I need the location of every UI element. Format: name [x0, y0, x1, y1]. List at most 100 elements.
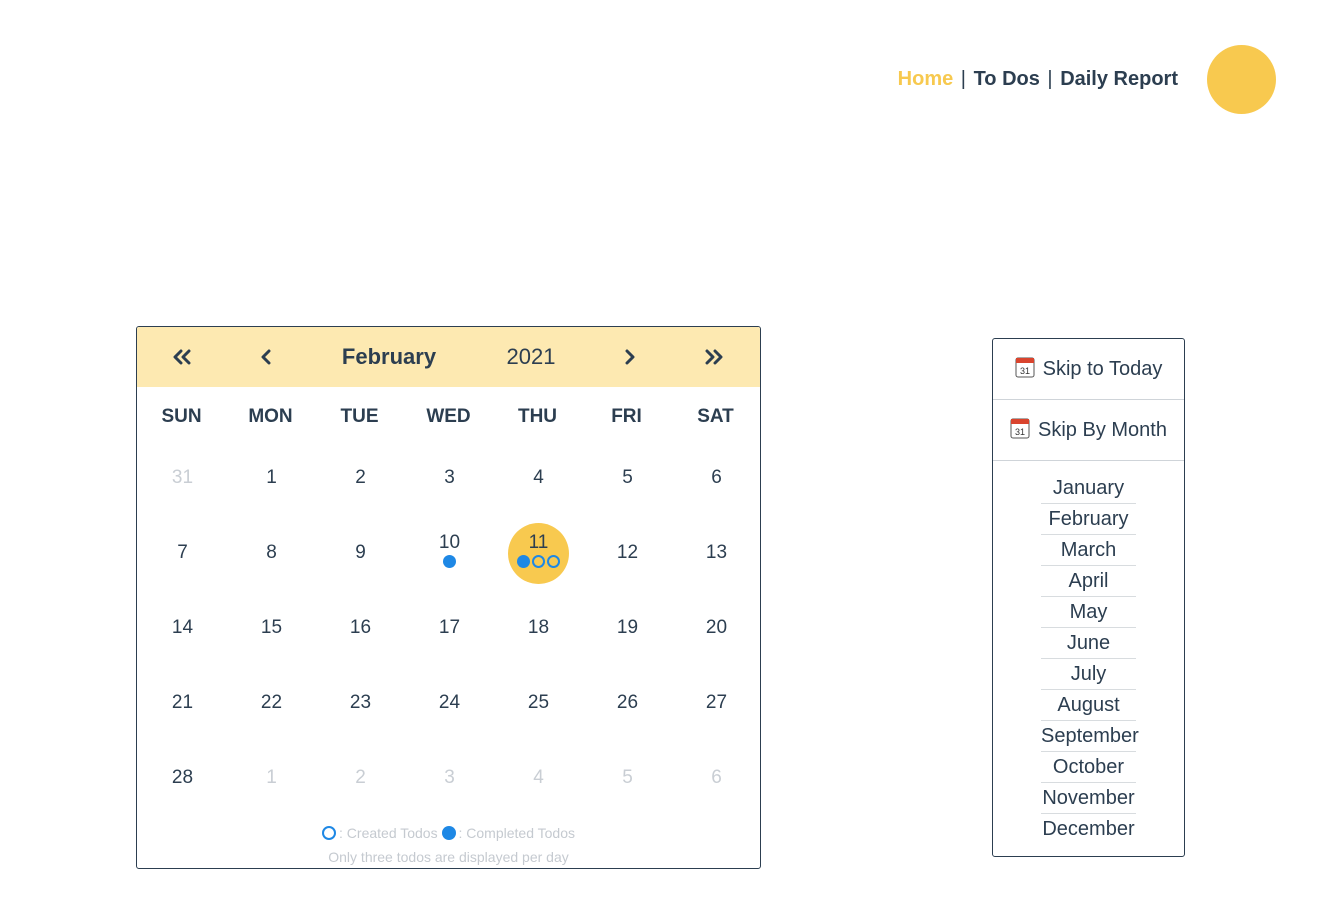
- day-cell[interactable]: 10: [405, 515, 494, 590]
- day-number: 2: [355, 767, 366, 788]
- month-link-august[interactable]: August: [1041, 690, 1136, 721]
- day-cell[interactable]: 3: [405, 440, 494, 515]
- day-cell[interactable]: 18: [494, 590, 583, 665]
- day-cell[interactable]: 2: [316, 440, 405, 515]
- day-cell[interactable]: 12: [583, 515, 672, 590]
- month-link-january[interactable]: January: [1041, 473, 1136, 504]
- month-link-february[interactable]: February: [1041, 504, 1136, 535]
- day-cell[interactable]: 5: [583, 740, 672, 815]
- avatar[interactable]: [1207, 45, 1276, 114]
- legend: : Created Todos : Completed Todos: [137, 825, 760, 842]
- day-cell[interactable]: 25: [494, 665, 583, 740]
- day-number: 6: [711, 467, 722, 488]
- nav-home-link[interactable]: Home: [898, 68, 954, 90]
- day-number: 15: [260, 617, 283, 638]
- day-cell[interactable]: 16: [316, 590, 405, 665]
- day-number: 19: [616, 617, 639, 638]
- created-todo-marker-icon: [532, 555, 545, 568]
- day-cell[interactable]: 26: [583, 665, 672, 740]
- weekday-label: TUE: [340, 406, 379, 427]
- day-cell[interactable]: 20: [672, 590, 760, 665]
- day-cell[interactable]: 7: [138, 515, 227, 590]
- day-number: 21: [171, 692, 194, 713]
- month-link-december[interactable]: December: [1041, 814, 1136, 844]
- day-number: 6: [711, 767, 722, 788]
- day-number: 20: [705, 617, 728, 638]
- day-cell[interactable]: 1: [227, 740, 316, 815]
- day-cell[interactable]: 31: [138, 440, 227, 515]
- day-cell[interactable]: 27: [672, 665, 760, 740]
- day-cell[interactable]: 23: [316, 665, 405, 740]
- day-cell[interactable]: 6: [672, 740, 760, 815]
- day-cell[interactable]: 21: [138, 665, 227, 740]
- double-chevron-left-icon: [173, 349, 191, 365]
- day-number: 13: [705, 542, 728, 563]
- day-number: 27: [705, 692, 728, 713]
- calendar-icon: 31: [1010, 418, 1030, 439]
- calendar: February 2021 SUN MON TUE WED THU FRI SAT 31 1 2…: [136, 326, 761, 869]
- day-number: 28: [171, 767, 194, 788]
- month-link-may[interactable]: May: [1041, 597, 1136, 628]
- year-title[interactable]: 2021: [491, 327, 571, 387]
- day-number: 11: [528, 532, 549, 553]
- day-number: 17: [438, 617, 461, 638]
- next-year-button[interactable]: [694, 327, 734, 387]
- month-link-september[interactable]: September: [1041, 721, 1139, 752]
- day-cell[interactable]: 28: [138, 740, 227, 815]
- day-number: 5: [622, 467, 633, 488]
- weekday-label: MON: [248, 406, 293, 427]
- next-month-button[interactable]: [610, 327, 650, 387]
- completed-todo-marker-icon: [443, 555, 456, 568]
- day-cell[interactable]: 8: [227, 515, 316, 590]
- created-todo-marker-icon: [547, 555, 560, 568]
- nav-todos-link[interactable]: To Dos: [974, 68, 1040, 90]
- skip-by-month-label: Skip By Month: [1038, 419, 1167, 441]
- day-number: 25: [527, 692, 550, 713]
- double-chevron-right-icon: [705, 349, 723, 365]
- day-number: 12: [616, 542, 639, 563]
- day-cell[interactable]: 14: [138, 590, 227, 665]
- month-link-july[interactable]: July: [1041, 659, 1136, 690]
- day-cell[interactable]: 24: [405, 665, 494, 740]
- day-cell[interactable]: 4: [494, 740, 583, 815]
- month-link-april[interactable]: April: [1041, 566, 1136, 597]
- weekday-label: SAT: [697, 406, 734, 427]
- day-cell[interactable]: 6: [672, 440, 760, 515]
- day-cell[interactable]: 3: [405, 740, 494, 815]
- day-cell-selected[interactable]: 11: [494, 515, 583, 590]
- day-cell[interactable]: 2: [316, 740, 405, 815]
- month-link-march[interactable]: March: [1041, 535, 1136, 566]
- day-cell[interactable]: 5: [583, 440, 672, 515]
- skip-to-today-label: Skip to Today: [1042, 358, 1163, 380]
- day-number: 22: [260, 692, 283, 713]
- day-cell[interactable]: 19: [583, 590, 672, 665]
- month-link-november[interactable]: November: [1041, 783, 1136, 814]
- month-title[interactable]: February: [322, 327, 456, 387]
- skip-by-month-button[interactable]: 31 Skip By Month: [993, 400, 1184, 461]
- day-cell[interactable]: 13: [672, 515, 760, 590]
- day-cell[interactable]: 15: [227, 590, 316, 665]
- month-link-october[interactable]: October: [1041, 752, 1136, 783]
- day-number: 4: [533, 767, 544, 788]
- month-list: January February March April May June July Augu…: [1041, 473, 1139, 844]
- nav-separator: |: [1047, 68, 1053, 90]
- prev-year-button[interactable]: [162, 327, 202, 387]
- todo-markers: [405, 555, 494, 568]
- day-number: 2: [355, 467, 366, 488]
- day-number: 24: [438, 692, 461, 713]
- day-cell[interactable]: 17: [405, 590, 494, 665]
- day-number: 7: [177, 542, 188, 563]
- top-nav: Home | To Dos | Daily Report: [0, 67, 1178, 91]
- day-number: 8: [266, 542, 277, 563]
- prev-month-button[interactable]: [246, 327, 286, 387]
- completed-todo-marker-icon: [441, 826, 456, 841]
- day-cell[interactable]: 4: [494, 440, 583, 515]
- created-todo-marker-icon: [322, 826, 337, 841]
- svg-text:31: 31: [1015, 427, 1025, 437]
- nav-daily-report-link[interactable]: Daily Report: [1060, 68, 1178, 90]
- day-cell[interactable]: 1: [227, 440, 316, 515]
- day-cell[interactable]: 9: [316, 515, 405, 590]
- day-cell[interactable]: 22: [227, 665, 316, 740]
- month-link-june[interactable]: June: [1041, 628, 1136, 659]
- skip-to-today-button[interactable]: 31 Skip to Today: [993, 339, 1184, 400]
